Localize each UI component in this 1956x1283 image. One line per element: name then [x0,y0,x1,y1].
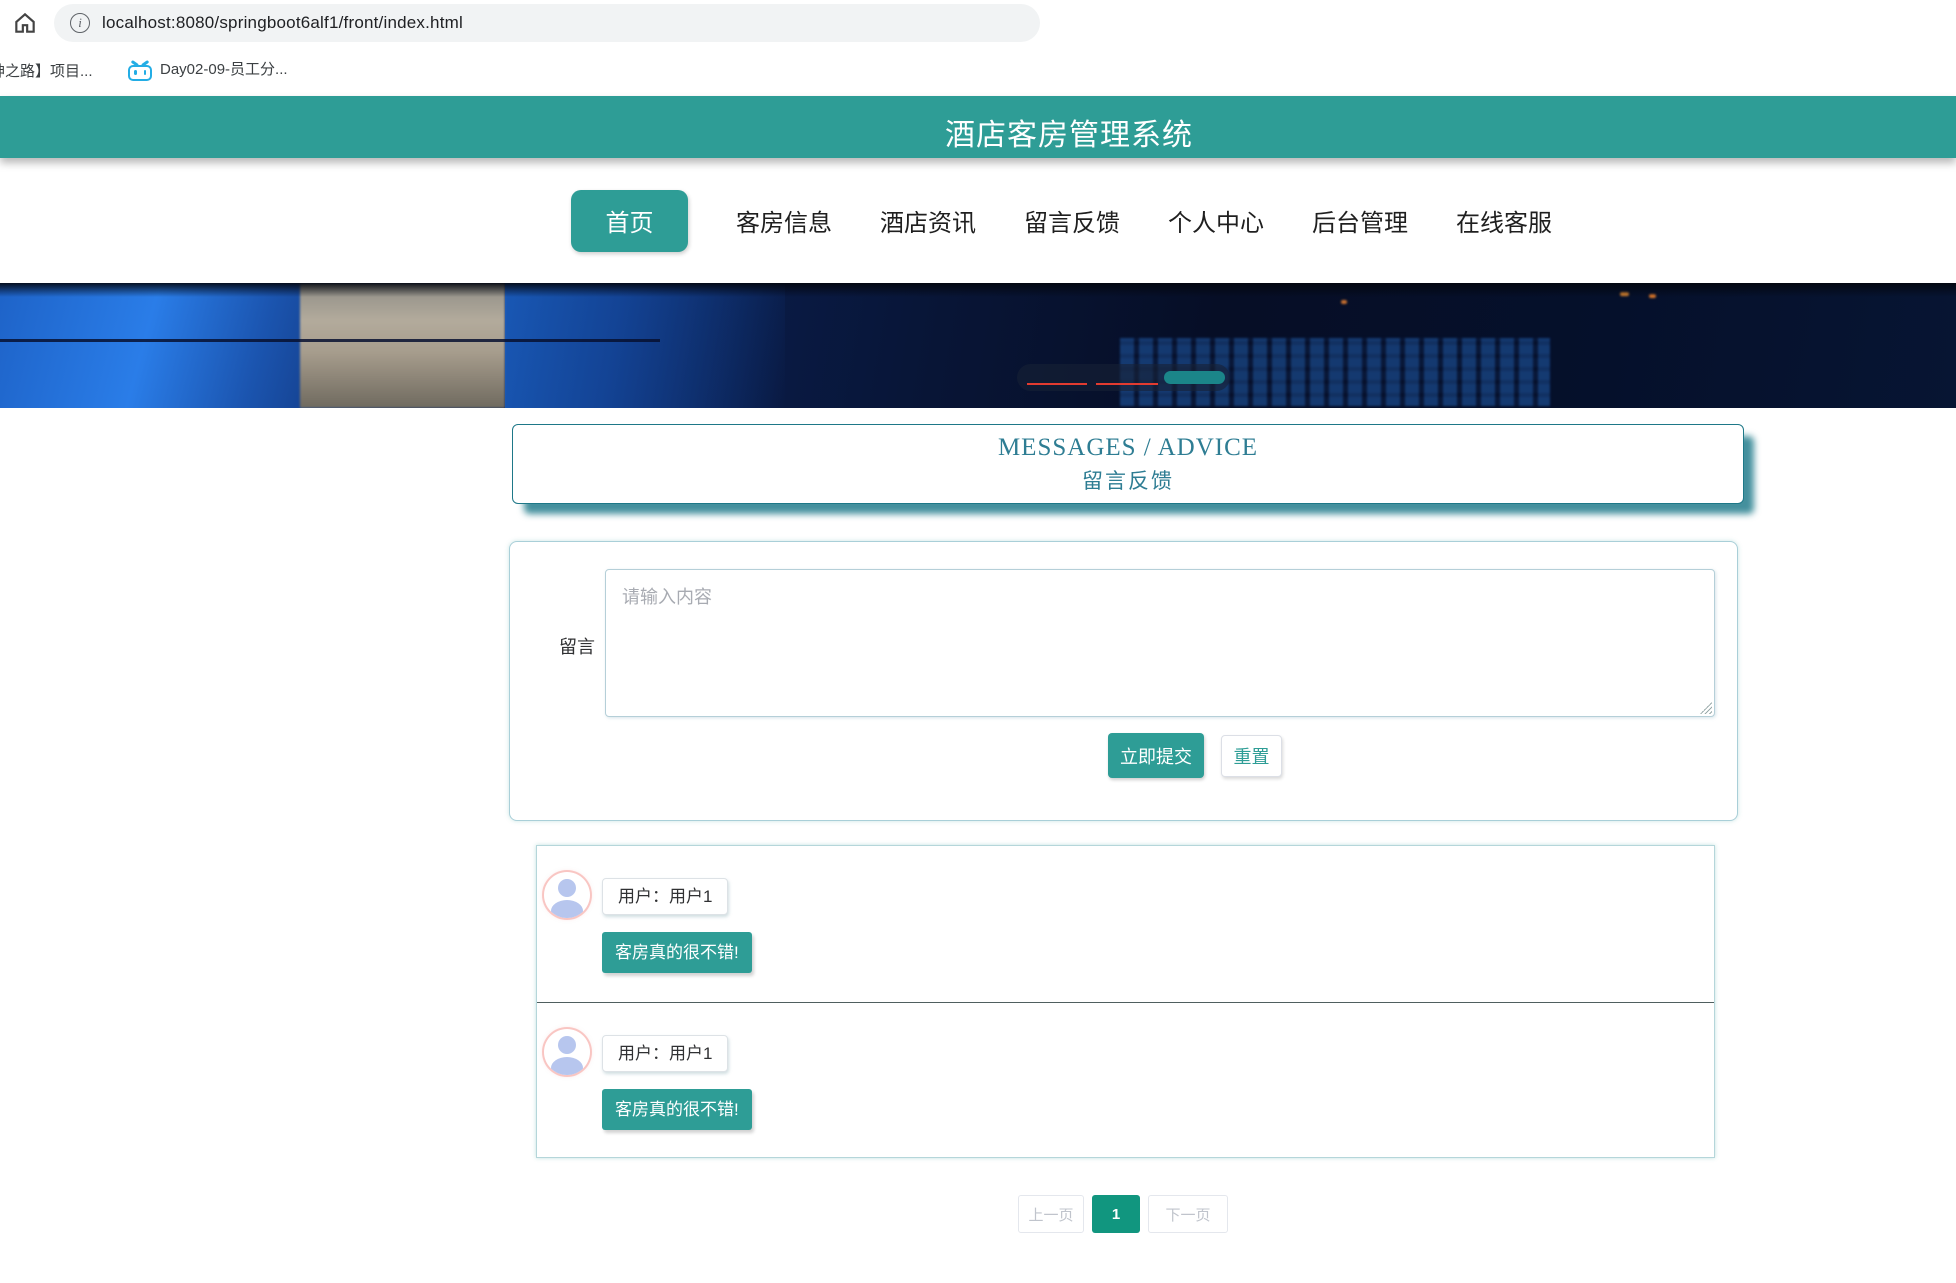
message-label: 留言 [559,633,595,659]
bookmarks-bar: 神之路】项目... Day02-09-员工分... [0,47,1956,94]
hero-blue-glow [505,283,785,408]
pagination: 上一页 1 下一页 [1018,1195,1228,1233]
site-title: 酒店客房管理系统 [945,110,1193,154]
browser-toolbar: i localhost:8080/springboot6alf1/front/i… [0,0,1956,47]
carousel-dot-active[interactable] [1164,371,1225,384]
nav-item-feedback[interactable]: 留言反馈 [1024,203,1120,238]
hero-banner-image [0,283,1956,408]
submit-button[interactable]: 立即提交 [1108,733,1204,778]
message-textarea[interactable] [605,569,1715,717]
section-title-en: MESSAGES / ADVICE [513,434,1743,462]
section-title-box: MESSAGES / ADVICE 留言反馈 [512,424,1744,504]
site-header: 酒店客房管理系统 [0,96,1956,158]
pagination-next-button[interactable]: 下一页 [1148,1195,1228,1233]
main-nav: 首页 客房信息 酒店资讯 留言反馈 个人中心 后台管理 在线客服 [571,158,1771,283]
nav-item-home[interactable]: 首页 [571,190,688,252]
hero-bridge-line [0,339,660,342]
info-icon[interactable]: i [70,13,90,33]
message-form: 留言 立即提交 重置 [509,541,1738,821]
comment-content: 客房真的很不错! [602,932,752,973]
nav-item-profile[interactable]: 个人中心 [1168,203,1264,238]
hero-pillar [300,283,505,408]
comment-content: 客房真的很不错! [602,1089,752,1130]
bookmark-item-2[interactable]: Day02-09-员工分... [128,56,288,81]
bilibili-tv-icon [128,62,152,81]
carousel-dot-1[interactable] [1027,383,1087,385]
screen: i localhost:8080/springboot6alf1/front/i… [0,0,1956,1283]
hero-top-shade [0,283,1956,297]
bookmark-item-2-label: Day02-09-员工分... [160,58,288,79]
user-avatar-icon [544,872,590,918]
nav-item-news[interactable]: 酒店资讯 [880,203,976,238]
nav-item-service[interactable]: 在线客服 [1456,203,1552,238]
home-icon[interactable] [12,10,38,36]
section-title-zh: 留言反馈 [513,465,1743,495]
url-text[interactable]: localhost:8080/springboot6alf1/front/ind… [102,13,463,33]
nav-item-rooms[interactable]: 客房信息 [736,203,832,238]
carousel-dot-2[interactable] [1096,383,1158,385]
hero-warm-light [1341,300,1347,304]
comment-row: 用户：用户1 客房真的很不错! [537,1002,1714,1158]
comment-row: 用户：用户1 客房真的很不错! [537,846,1714,1002]
comment-username: 用户：用户1 [602,1035,728,1072]
reset-button[interactable]: 重置 [1221,735,1282,777]
user-avatar-icon [544,1029,590,1075]
address-bar[interactable]: i localhost:8080/springboot6alf1/front/i… [54,4,1040,42]
pagination-current-page[interactable]: 1 [1092,1195,1140,1233]
comments-list: 用户：用户1 客房真的很不错! 用户：用户1 客房真的很不错! [536,845,1715,1158]
bookmark-item-1[interactable]: 神之路】项目... [0,60,93,81]
nav-item-admin[interactable]: 后台管理 [1312,203,1408,238]
pagination-prev-button[interactable]: 上一页 [1018,1195,1084,1233]
comment-username: 用户：用户1 [602,878,728,915]
carousel-indicators [1017,364,1230,391]
